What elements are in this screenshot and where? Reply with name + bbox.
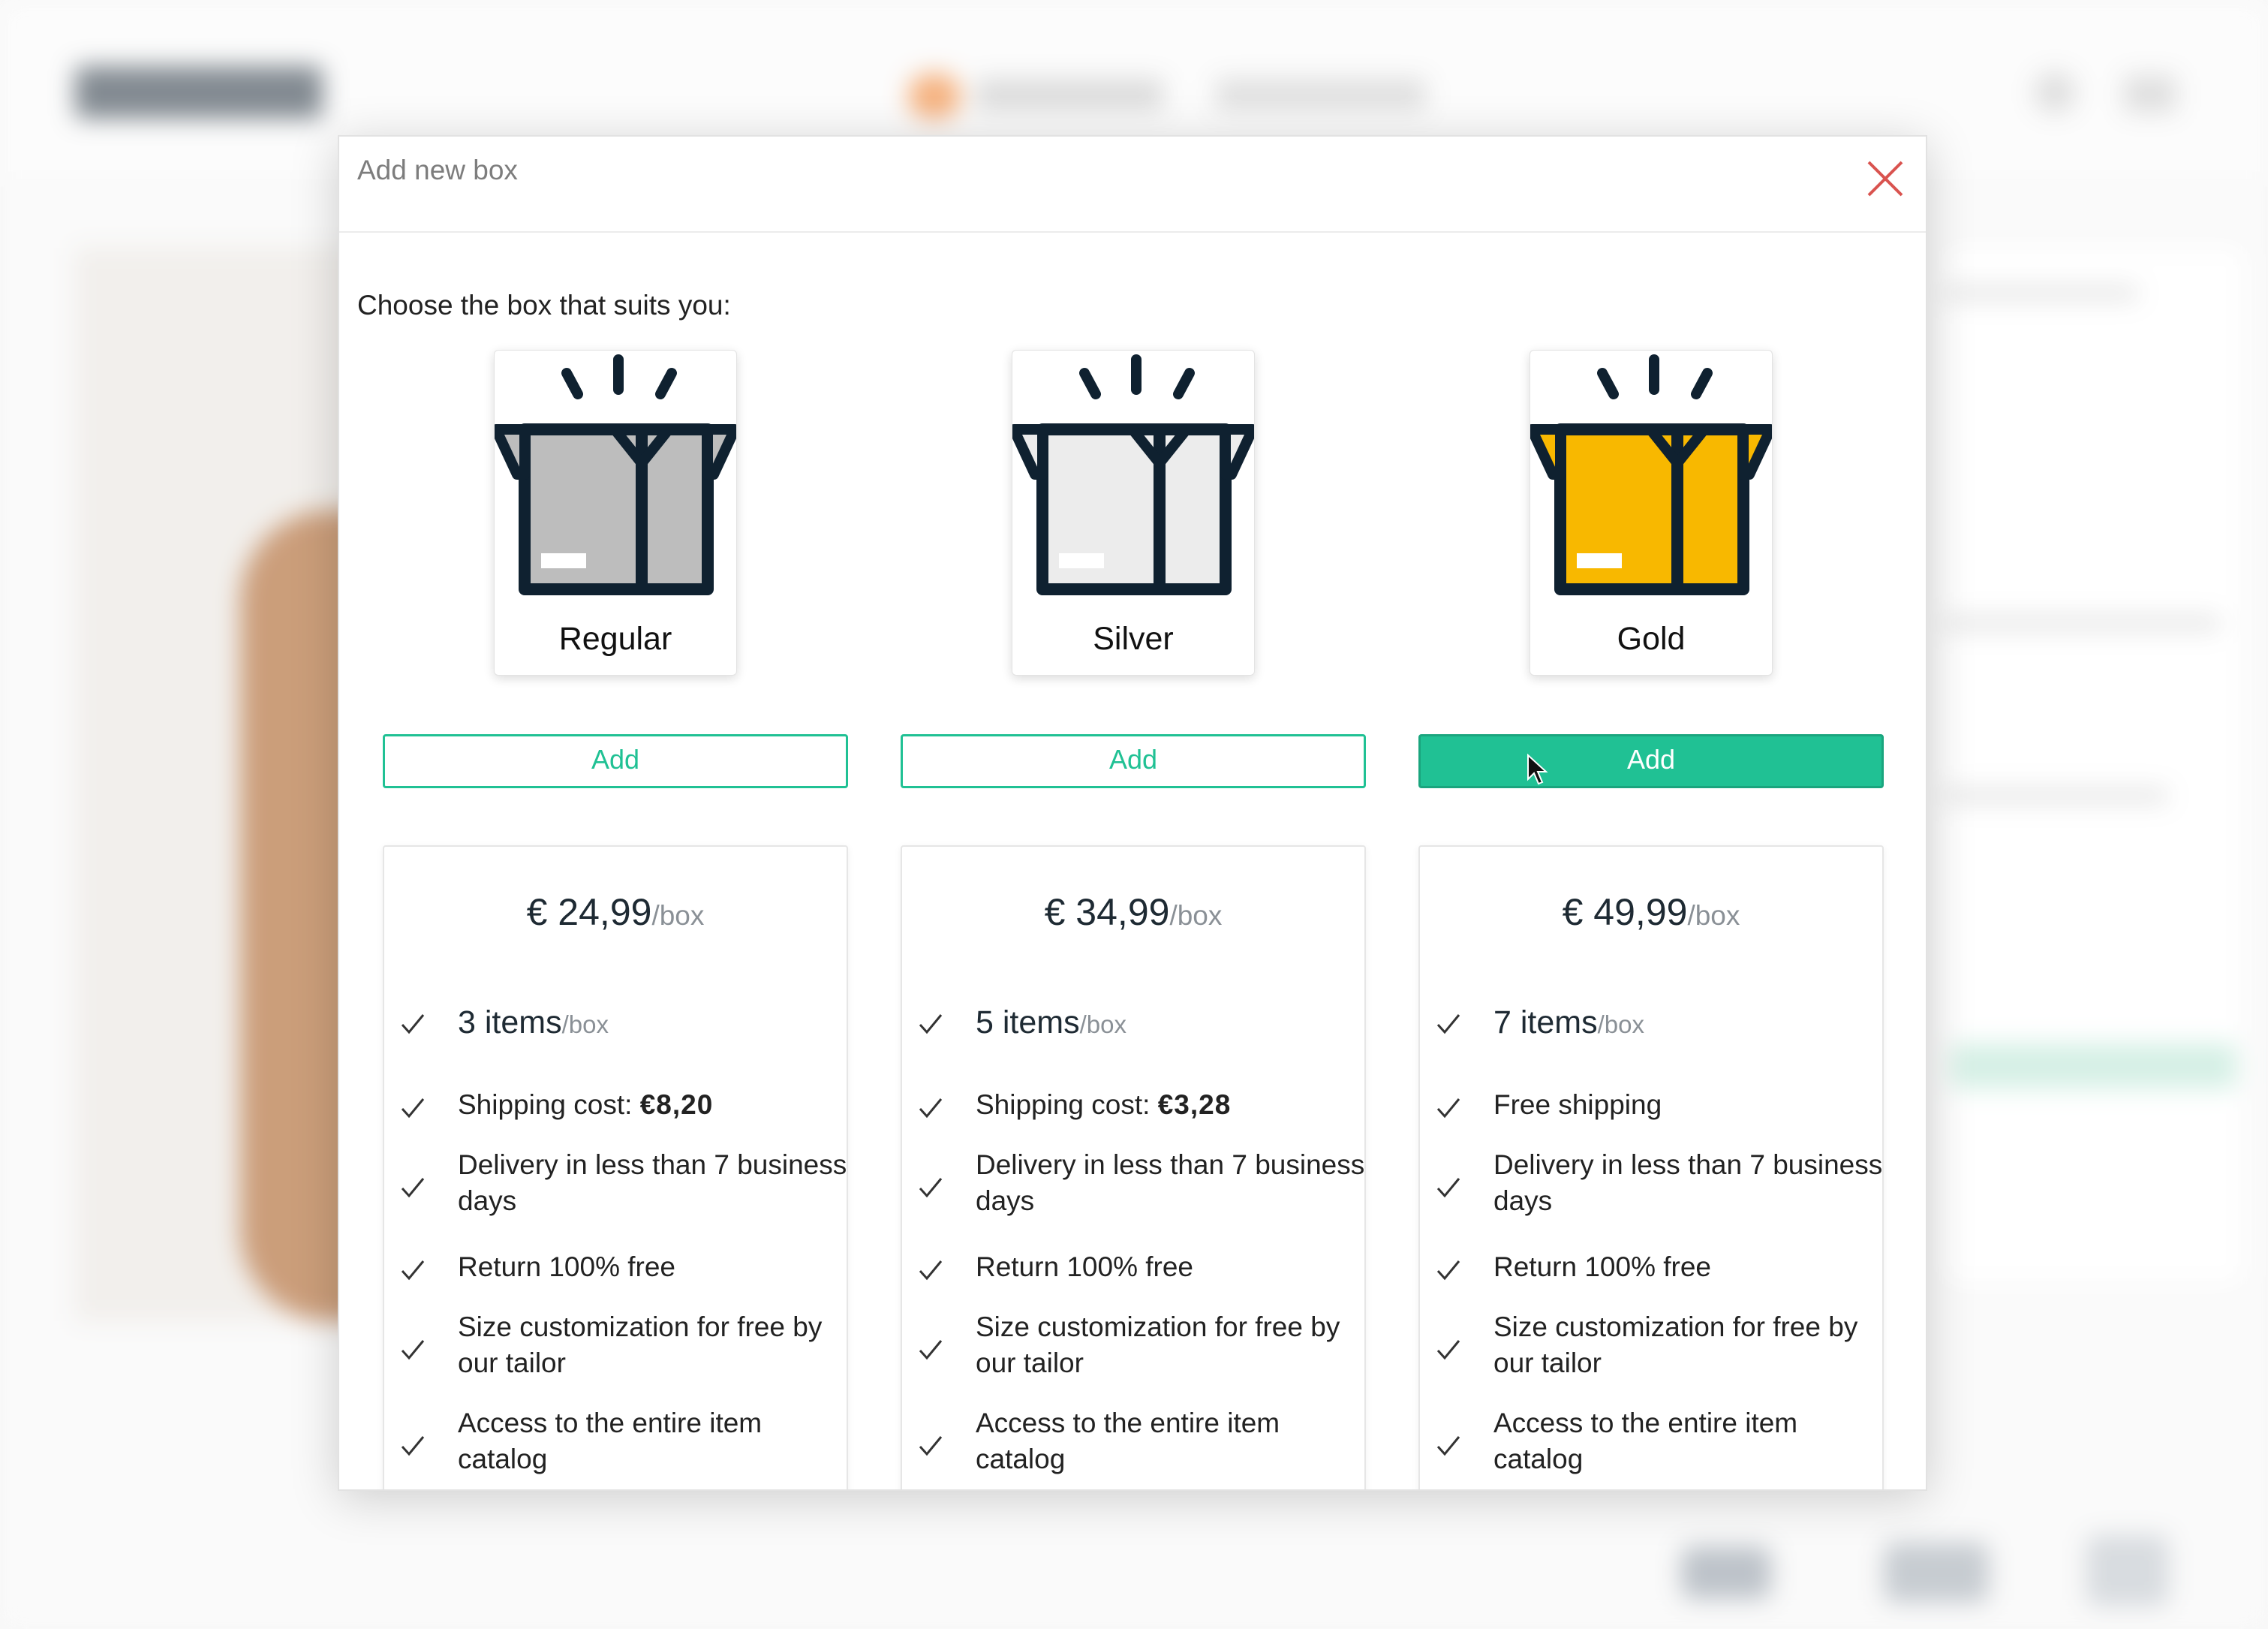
price-value: € 34,99 <box>1044 891 1170 933</box>
check-icon <box>1436 1178 1460 1198</box>
items-count: 7 items <box>1493 1004 1598 1040</box>
check-icon <box>919 1178 943 1198</box>
feature-shipping: Shipping cost: €3,28 <box>917 1087 1345 1132</box>
price-value: € 24,99 <box>526 891 652 933</box>
feature-catalog: Access to the entire item catalog <box>917 1405 1345 1480</box>
check-icon <box>1436 1340 1460 1360</box>
box-card-regular[interactable]: Regular <box>494 350 737 676</box>
check-icon <box>1436 1098 1460 1119</box>
check-icon <box>1436 1014 1460 1034</box>
check-icon <box>401 1436 425 1456</box>
price: € 24,99/box <box>384 890 847 934</box>
check-icon <box>919 1014 943 1034</box>
check-icon <box>401 1014 425 1034</box>
check-icon <box>919 1436 943 1456</box>
plan-card-regular: € 24,99/box 3 items/box Shipping cost: €… <box>383 845 848 1489</box>
items-count: 3 items <box>458 1004 562 1040</box>
feature-items: 7 items/box <box>1435 1004 1863 1049</box>
size-text: Size customization for free by our tailo… <box>458 1311 823 1378</box>
box-name: Regular <box>558 621 672 657</box>
add-regular-button[interactable]: Add <box>383 734 848 788</box>
shipping-label: Shipping cost: <box>976 1089 1151 1120</box>
feature-delivery: Delivery in less than 7 business days <box>917 1147 1364 1222</box>
check-icon <box>401 1260 425 1281</box>
add-gold-button[interactable]: Add <box>1418 734 1884 788</box>
feature-size: Size customization for free by our tailo… <box>1435 1309 1863 1384</box>
check-icon <box>401 1178 425 1198</box>
feature-return: Return 100% free <box>1435 1249 1863 1294</box>
plan-card-gold: € 49,99/box 7 items/box Free shipping De… <box>1418 845 1884 1489</box>
feature-items: 5 items/box <box>917 1004 1345 1049</box>
check-icon <box>1436 1436 1460 1456</box>
close-button[interactable] <box>1863 156 1908 201</box>
items-unit: /box <box>1597 1010 1644 1038</box>
box-name: Gold <box>1617 621 1686 657</box>
feature-catalog: Access to the entire item catalog <box>1435 1405 1863 1480</box>
price-unit: /box <box>651 900 705 931</box>
intro-text: Choose the box that suits you: <box>357 290 731 321</box>
return-text: Return 100% free <box>1493 1251 1712 1282</box>
catalog-text: Access to the entire item catalog <box>1493 1408 1798 1474</box>
check-icon <box>919 1340 943 1360</box>
delivery-text: Delivery in less than 7 business days <box>458 1149 847 1216</box>
price-unit: /box <box>1687 900 1740 931</box>
delivery-text: Delivery in less than 7 business days <box>1493 1149 1883 1216</box>
feature-size: Size customization for free by our tailo… <box>917 1309 1345 1384</box>
close-icon <box>1867 161 1903 197</box>
shipping-label: Free shipping <box>1493 1089 1662 1120</box>
catalog-text: Access to the entire item catalog <box>976 1408 1280 1474</box>
feature-delivery: Delivery in less than 7 business days <box>399 1147 847 1222</box>
open-box-icon <box>495 354 736 595</box>
feature-shipping: Free shipping <box>1435 1087 1863 1132</box>
delivery-text: Delivery in less than 7 business days <box>976 1149 1365 1216</box>
plan-card-silver: € 34,99/box 5 items/box Shipping cost: €… <box>901 845 1366 1489</box>
price-value: € 49,99 <box>1562 891 1688 933</box>
feature-shipping: Shipping cost: €8,20 <box>399 1087 827 1132</box>
add-silver-button[interactable]: Add <box>901 734 1366 788</box>
price: € 34,99/box <box>902 890 1364 934</box>
shipping-value: €3,28 <box>1157 1089 1232 1120</box>
items-unit: /box <box>1079 1010 1126 1038</box>
check-icon <box>919 1098 943 1119</box>
items-unit: /box <box>561 1010 609 1038</box>
size-text: Size customization for free by our tailo… <box>976 1311 1340 1378</box>
shipping-value: €8,20 <box>639 1089 714 1120</box>
check-icon <box>1436 1260 1460 1281</box>
feature-items: 3 items/box <box>399 1004 827 1049</box>
check-icon <box>401 1098 425 1119</box>
box-name: Silver <box>1093 621 1174 657</box>
modal-title: Add new box <box>357 155 518 185</box>
return-text: Return 100% free <box>458 1251 676 1282</box>
box-card-gold[interactable]: Gold <box>1530 350 1773 676</box>
open-box-icon <box>1012 354 1254 595</box>
check-icon <box>401 1340 425 1360</box>
feature-delivery: Delivery in less than 7 business days <box>1435 1147 1882 1222</box>
catalog-text: Access to the entire item catalog <box>458 1408 763 1474</box>
size-text: Size customization for free by our tailo… <box>1493 1311 1858 1378</box>
price-unit: /box <box>1169 900 1223 931</box>
shipping-label: Shipping cost: <box>458 1089 633 1120</box>
price: € 49,99/box <box>1420 890 1882 934</box>
open-box-icon <box>1530 354 1772 595</box>
items-count: 5 items <box>976 1004 1080 1040</box>
feature-catalog: Access to the entire item catalog <box>399 1405 827 1480</box>
feature-return: Return 100% free <box>917 1249 1345 1294</box>
add-box-modal: Add new box Choose the box that suits yo… <box>338 135 1927 1491</box>
feature-return: Return 100% free <box>399 1249 827 1294</box>
modal-header: Add new box <box>339 137 1926 233</box>
check-icon <box>919 1260 943 1281</box>
return-text: Return 100% free <box>976 1251 1194 1282</box>
mouse-cursor-icon <box>1527 754 1548 785</box>
feature-size: Size customization for free by our tailo… <box>399 1309 827 1384</box>
box-card-silver[interactable]: Silver <box>1012 350 1255 676</box>
